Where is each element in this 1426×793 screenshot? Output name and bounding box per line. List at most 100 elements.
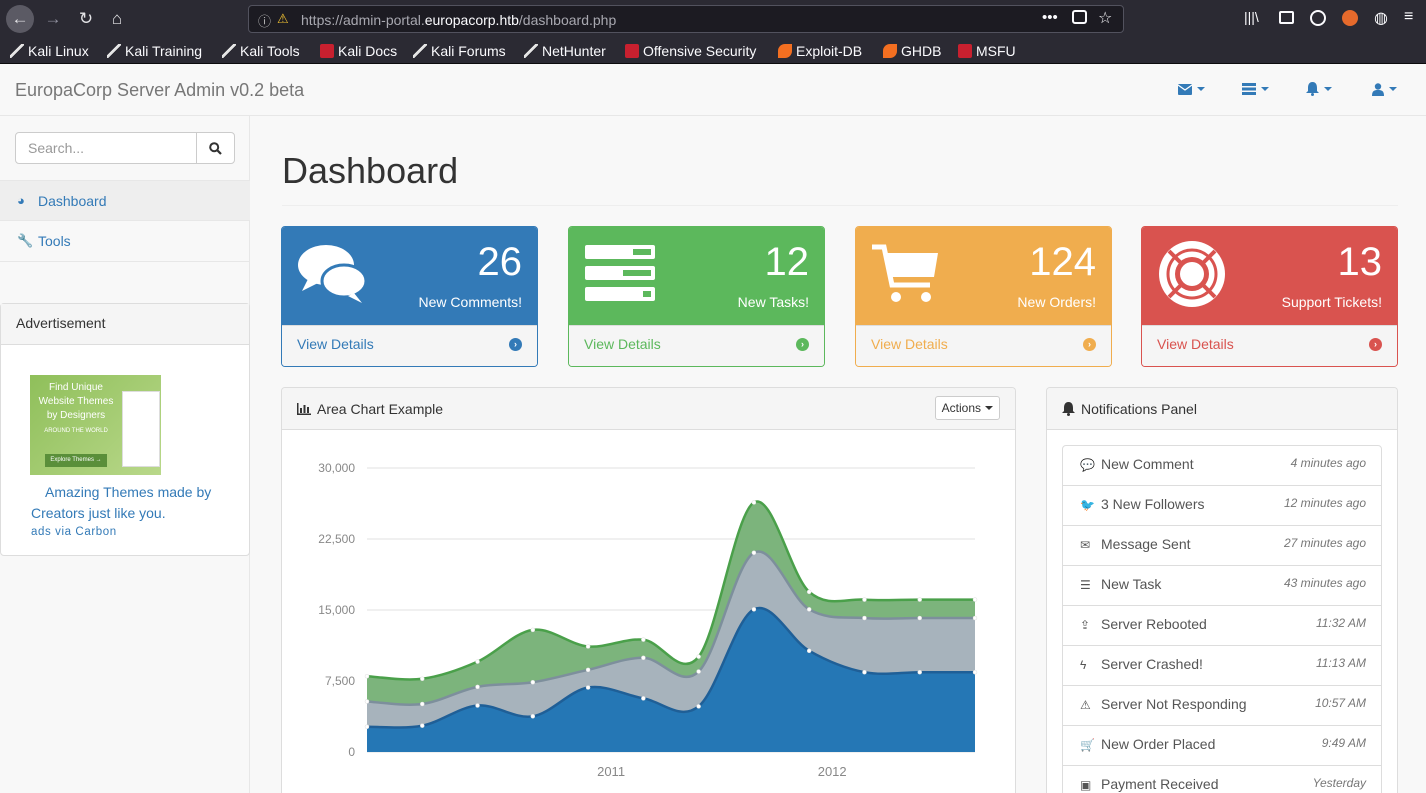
notifications-heading: Notifications Panel — [1047, 388, 1397, 430]
notification-item[interactable]: ⇪ Server Rebooted 11:32 AM — [1062, 605, 1382, 646]
url-text[interactable]: https://admin-portal.europacorp.htb/dash… — [301, 12, 616, 28]
account-icon[interactable] — [1310, 10, 1326, 26]
notification-item[interactable]: ⚠ Server Not Responding 10:57 AM — [1062, 685, 1382, 726]
sidebar-item-dashboard[interactable]: ◕ Dashboard — [0, 180, 250, 221]
stat-label: New Comments! — [418, 294, 522, 310]
data-point — [806, 589, 812, 595]
bookmark-msfu[interactable]: MSFU — [958, 42, 1016, 60]
notification-item[interactable]: 🛒 New Order Placed 9:49 AM — [1062, 725, 1382, 766]
url-domain: europacorp.htb — [424, 12, 519, 28]
data-point — [806, 648, 812, 654]
messages-dropdown[interactable] — [1178, 79, 1205, 99]
tasks-icon: ☰ — [1080, 578, 1091, 592]
stat-panel-header: 13 Support Tickets! — [1142, 227, 1397, 325]
notification-item[interactable]: ▣ Payment Received Yesterday — [1062, 765, 1382, 793]
bookmark-kali-linux[interactable]: Kali Linux — [10, 42, 89, 60]
envelope-icon — [1178, 83, 1192, 95]
notifications-panel: Notifications Panel 💬 New Comment 4 minute… — [1046, 387, 1398, 793]
bookmark-ghdb[interactable]: GHDB — [883, 42, 941, 60]
menu-icon[interactable]: ≡ — [1404, 8, 1413, 26]
notification-item[interactable]: 💬 New Comment 4 minutes ago — [1062, 445, 1382, 486]
notification-label: New Task — [1101, 576, 1162, 592]
info-icon[interactable]: ⓘ — [258, 11, 271, 30]
sidebar-toggle-icon[interactable] — [1279, 11, 1294, 24]
bookmark-label: Kali Tools — [240, 43, 300, 59]
page-actions-icon[interactable]: ••• — [1042, 9, 1058, 26]
sidebar: ◕ Dashboard 🔧 Tools Advertisement Find Uni… — [0, 116, 250, 793]
ad-link[interactable]: Amazing Themes made by Creators just lik… — [31, 482, 231, 524]
money-icon: ▣ — [1080, 778, 1092, 792]
sidebar-item-label: Tools — [38, 233, 71, 249]
arrow-circle-right-icon: › — [796, 338, 809, 351]
y-tick-label: 30,000 — [318, 461, 355, 475]
extension-icon[interactable] — [1342, 10, 1358, 26]
bookmark-label: Kali Linux — [28, 43, 89, 59]
library-icon[interactable]: |||\ — [1244, 9, 1259, 25]
tasks-dropdown[interactable] — [1242, 79, 1269, 99]
bookmark-kali-tools[interactable]: Kali Tools — [222, 42, 300, 60]
pocket-icon[interactable] — [1072, 10, 1087, 24]
view-details-label: View Details — [1157, 336, 1234, 352]
data-point — [585, 685, 591, 690]
arrow-circle-right-icon: › — [1369, 338, 1382, 351]
bookmark-kali-training[interactable]: Kali Training — [107, 42, 202, 60]
bookmark-kali-forums[interactable]: Kali Forums — [413, 42, 506, 60]
reload-button[interactable]: ↻ — [72, 5, 100, 33]
bookmark-kali-docs[interactable]: Kali Docs — [320, 42, 397, 60]
notifications-list: 💬 New Comment 4 minutes ago 🐦 3 New Followe… — [1062, 445, 1382, 793]
sidebar-item-label: Dashboard — [38, 192, 107, 209]
ad-via-link[interactable]: ads via Carbon — [31, 526, 117, 538]
notification-item[interactable]: ✉ Message Sent 27 minutes ago — [1062, 525, 1382, 566]
bookmark-exploit-db[interactable]: Exploit-DB — [778, 42, 862, 60]
url-bar[interactable]: ⓘ ⚠ https://admin-portal.europacorp.htb/… — [248, 5, 1124, 33]
view-details-link[interactable]: View Details › — [282, 325, 537, 366]
bookmark-star-icon[interactable]: ☆ — [1098, 8, 1112, 28]
bell-icon — [1062, 401, 1075, 416]
bookmark-label: Kali Forums — [431, 43, 506, 59]
forward-button[interactable]: → — [39, 5, 67, 33]
kali-dragon-icon — [10, 44, 24, 58]
ad-image-text: Find Unique Website Themes by Designers A… — [38, 382, 114, 434]
data-point — [806, 607, 812, 612]
ad-image[interactable]: Find Unique Website Themes by Designers A… — [30, 375, 161, 475]
bookmark-nethunter[interactable]: NetHunter — [524, 42, 606, 60]
life-ring-icon — [1159, 241, 1225, 307]
data-point — [530, 679, 536, 685]
home-button[interactable]: ⌂ — [103, 5, 131, 33]
notification-label: Server Not Responding — [1101, 696, 1247, 712]
notification-label: Payment Received — [1101, 776, 1219, 792]
notification-item[interactable]: ☰ New Task 43 minutes ago — [1062, 565, 1382, 606]
bookmark-label: NetHunter — [542, 43, 606, 59]
data-point — [364, 724, 370, 729]
data-point — [917, 597, 922, 602]
stat-panel-orders: 124 New Orders! View Details › — [855, 226, 1112, 367]
data-point — [641, 655, 646, 661]
brand[interactable]: EuropaCorp Server Admin v0.2 beta — [15, 80, 304, 101]
search-input[interactable] — [15, 132, 197, 164]
insecure-lock-icon[interactable]: ⚠ — [277, 11, 289, 27]
notification-label: Message Sent — [1101, 536, 1191, 552]
bookmark-offensive-security[interactable]: Offensive Security — [625, 42, 756, 60]
stat-label: New Orders! — [1017, 294, 1096, 310]
view-details-link[interactable]: View Details › — [569, 325, 824, 366]
x-tick-label: 2011 — [597, 764, 625, 779]
url-prefix: https://admin-portal. — [301, 12, 425, 28]
notification-label: 3 New Followers — [1101, 496, 1205, 512]
search-button[interactable] — [196, 132, 235, 164]
data-point — [641, 696, 646, 701]
notification-item[interactable]: 🐦 3 New Followers 12 minutes ago — [1062, 485, 1382, 526]
view-details-link[interactable]: View Details › — [856, 325, 1111, 366]
sidebar-item-tools[interactable]: 🔧 Tools — [0, 221, 250, 262]
cookie-icon[interactable]: ◍ — [1374, 8, 1388, 28]
data-point — [751, 607, 757, 612]
back-button[interactable]: ← — [6, 5, 34, 33]
user-dropdown[interactable] — [1372, 79, 1397, 99]
view-details-link[interactable]: View Details › — [1142, 325, 1397, 366]
notification-item[interactable]: ϟ Server Crashed! 11:13 AM — [1062, 645, 1382, 686]
y-tick-label: 15,000 — [318, 603, 355, 617]
bookmark-label: Offensive Security — [643, 43, 757, 59]
data-point — [364, 699, 370, 704]
data-point — [917, 615, 922, 621]
kali-dragon-icon — [107, 44, 121, 58]
alerts-dropdown[interactable] — [1306, 79, 1332, 99]
